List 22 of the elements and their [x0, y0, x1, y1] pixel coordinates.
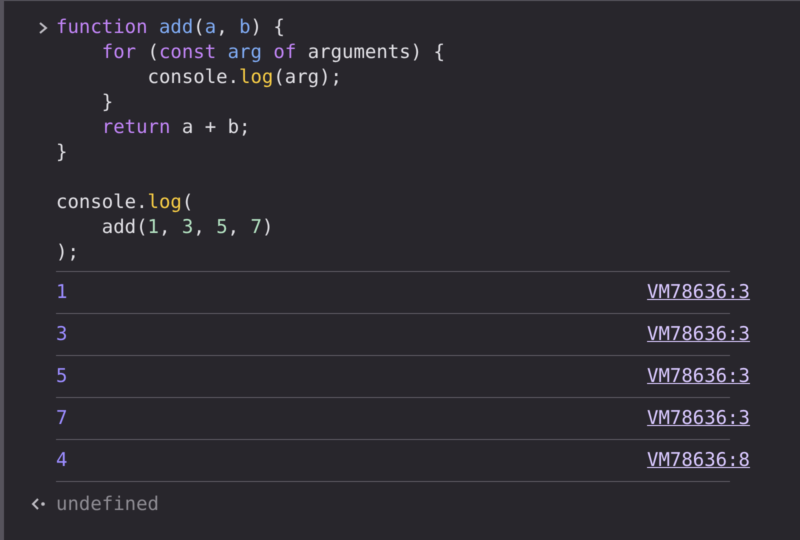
source-link[interactable]: VM78636:3: [647, 320, 750, 349]
code-line: }: [56, 140, 68, 165]
code-line: for (const arg of arguments) {: [100, 40, 445, 65]
code-line: console.log(arg);: [146, 65, 343, 90]
source-link[interactable]: VM78636:3: [647, 278, 750, 307]
code-line: console.log(: [56, 190, 194, 215]
source-link[interactable]: VM78636:8: [647, 446, 750, 475]
source-link[interactable]: VM78636:3: [647, 404, 750, 433]
log-value: 4: [56, 448, 68, 474]
source-link[interactable]: VM78636:3: [647, 362, 750, 391]
prompt-chevron-icon: [38, 21, 48, 35]
log-value: 3: [56, 322, 68, 348]
log-value: 5: [56, 364, 68, 390]
code-line: );: [56, 240, 80, 265]
return-value: undefined: [56, 492, 159, 517]
code-line: add(1, 3, 5, 7): [100, 215, 274, 240]
code-line: function add(a, b) {: [56, 15, 286, 40]
result-arrow-icon: [30, 497, 46, 512]
code-line: }: [100, 90, 114, 115]
log-value: 1: [56, 280, 68, 306]
log-value: 7: [56, 406, 68, 432]
code-line: return a + b;: [100, 115, 252, 140]
